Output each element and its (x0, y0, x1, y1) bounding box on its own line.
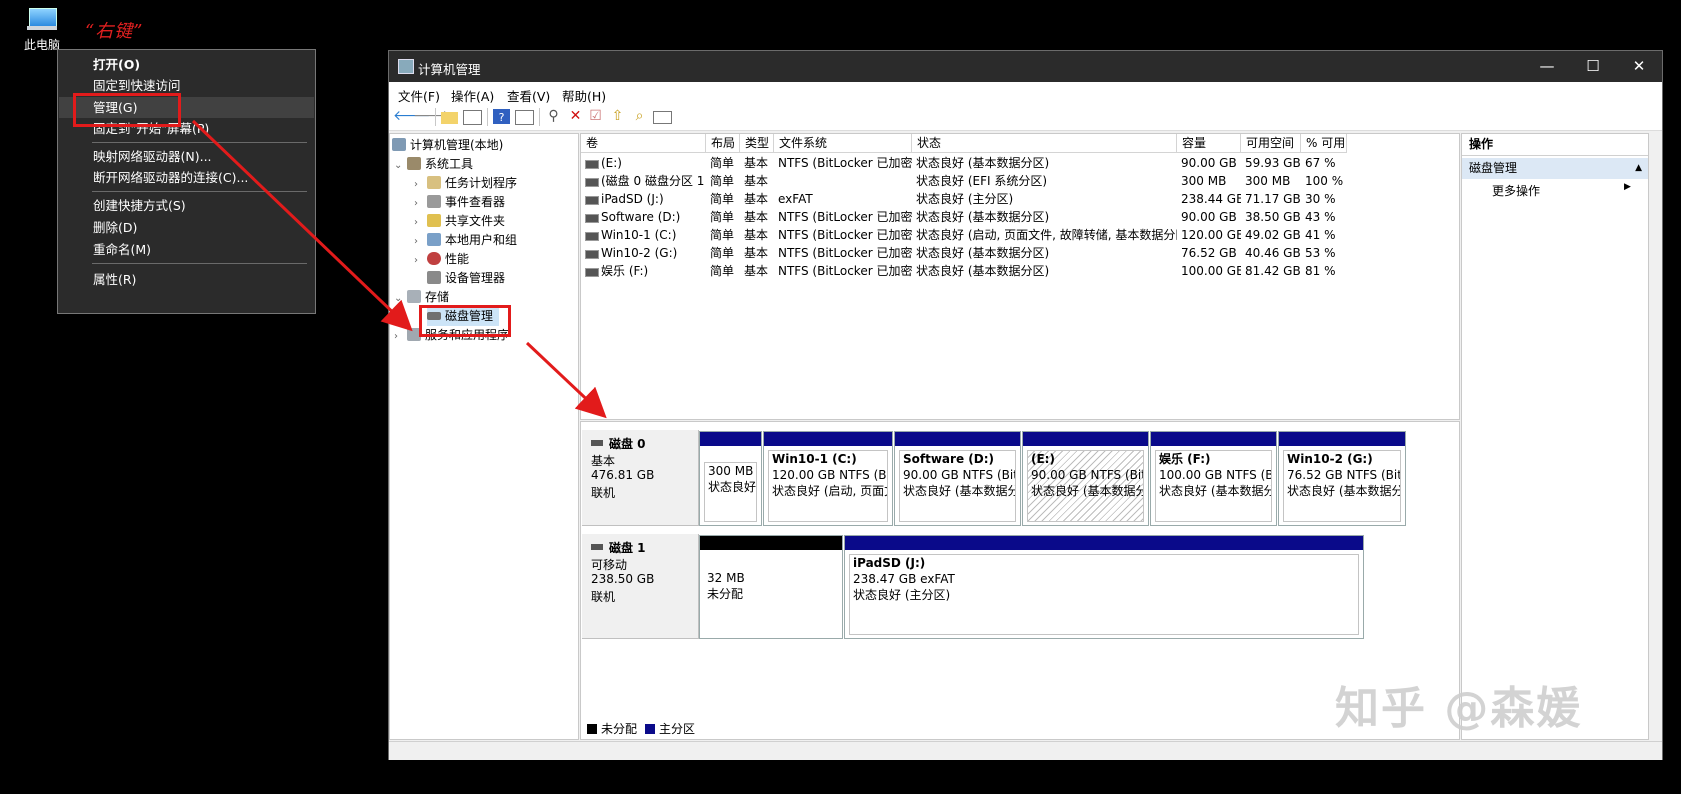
arrow-to-disk-management (191, 119, 413, 332)
watermark: 知乎 @森媛 (1335, 683, 1583, 734)
arrow-to-volume-list (525, 341, 607, 419)
